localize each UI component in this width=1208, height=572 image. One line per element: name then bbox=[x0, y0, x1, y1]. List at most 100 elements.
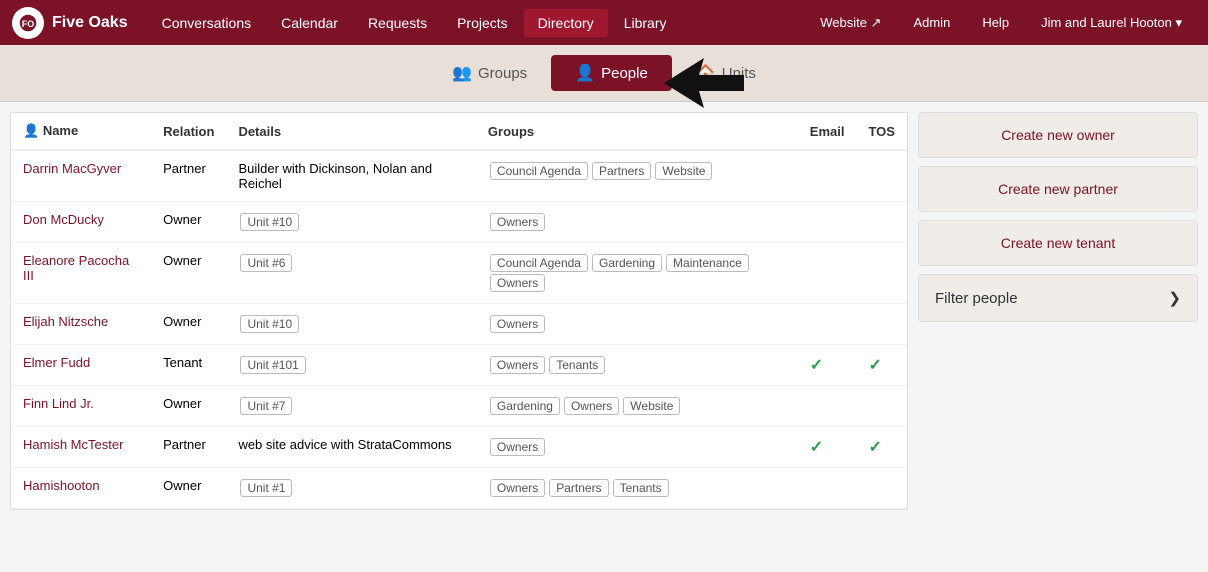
group-tag: Partners bbox=[592, 162, 651, 180]
unit-tag: Unit #10 bbox=[240, 213, 299, 231]
person-name-link[interactable]: Hamishooton bbox=[23, 478, 100, 493]
logo-area[interactable]: FO Five Oaks bbox=[12, 7, 128, 39]
tab-groups-label: Groups bbox=[478, 65, 527, 82]
table-row: Elijah Nitzsche Owner Unit #10 Owners bbox=[11, 304, 907, 345]
group-tag: Owners bbox=[490, 315, 545, 333]
people-icon: 👤 bbox=[575, 63, 595, 83]
create-tenant-button[interactable]: Create new tenant bbox=[918, 220, 1198, 266]
cell-email bbox=[798, 386, 857, 427]
table-row: Don McDucky Owner Unit #10 Owners bbox=[11, 202, 907, 243]
cell-details: Unit #101 bbox=[226, 345, 475, 386]
tab-people[interactable]: 👤 People bbox=[551, 55, 672, 91]
cell-relation: Partner bbox=[151, 427, 226, 468]
cell-name: Elijah Nitzsche bbox=[11, 304, 151, 345]
group-tag: Maintenance bbox=[666, 254, 749, 272]
email-check-icon: ✓ bbox=[810, 439, 823, 456]
col-details: Details bbox=[226, 113, 475, 150]
nav-item-conversations[interactable]: Conversations bbox=[148, 9, 266, 37]
cell-details: web site advice with StrataCommons bbox=[226, 427, 475, 468]
cell-groups: OwnersTenants bbox=[476, 345, 798, 386]
logo-icon: FO bbox=[12, 7, 44, 39]
nav-item-admin[interactable]: Admin bbox=[899, 9, 964, 36]
unit-tag: Unit #7 bbox=[240, 397, 292, 415]
unit-tag: Unit #10 bbox=[240, 315, 299, 333]
cell-details: Unit #10 bbox=[226, 202, 475, 243]
nav-item-user[interactable]: Jim and Laurel Hooton ▾ bbox=[1027, 9, 1196, 37]
cell-relation: Owner bbox=[151, 202, 226, 243]
nav-item-directory[interactable]: Directory bbox=[524, 9, 608, 37]
group-tag: Website bbox=[655, 162, 712, 180]
cell-relation: Tenant bbox=[151, 345, 226, 386]
table-row: Darrin MacGyverPartnerBuilder with Dicki… bbox=[11, 150, 907, 202]
col-tos: TOS bbox=[856, 113, 907, 150]
cell-email bbox=[798, 243, 857, 304]
cell-name: Eleanore Pacocha III bbox=[11, 243, 151, 304]
cell-email bbox=[798, 150, 857, 202]
cell-tos: ✓ bbox=[856, 427, 907, 468]
filter-people-label: Filter people bbox=[935, 290, 1018, 307]
units-icon: 🏠 bbox=[696, 63, 716, 83]
cell-tos bbox=[856, 386, 907, 427]
cell-relation: Partner bbox=[151, 150, 226, 202]
table-row: Finn Lind Jr.OwnerUnit #7GardeningOwners… bbox=[11, 386, 907, 427]
cell-name: Hamish McTester bbox=[11, 427, 151, 468]
nav-item-calendar[interactable]: Calendar bbox=[267, 9, 352, 37]
cell-relation: Owner bbox=[151, 304, 226, 345]
cell-email bbox=[798, 202, 857, 243]
create-partner-button[interactable]: Create new partner bbox=[918, 166, 1198, 212]
filter-people-button[interactable]: Filter people ❯ bbox=[918, 274, 1198, 322]
tos-check-icon: ✓ bbox=[868, 357, 881, 374]
nav-item-website[interactable]: Website ↗ bbox=[806, 9, 895, 37]
table-row: Eleanore Pacocha IIIOwnerUnit #6Council … bbox=[11, 243, 907, 304]
nav-item-requests[interactable]: Requests bbox=[354, 9, 441, 37]
groups-icon: 👥 bbox=[452, 63, 472, 83]
cell-groups: Owners bbox=[476, 202, 798, 243]
tab-groups[interactable]: 👥 Groups bbox=[428, 55, 551, 91]
group-tag: Council Agenda bbox=[490, 254, 588, 272]
cell-groups: Owners bbox=[476, 304, 798, 345]
person-name-link[interactable]: Darrin MacGyver bbox=[23, 161, 121, 176]
person-name-link[interactable]: Don McDucky bbox=[23, 212, 104, 227]
nav-right-items: Website ↗ Admin Help Jim and Laurel Hoot… bbox=[806, 9, 1196, 37]
right-sidebar: Create new owner Create new partner Crea… bbox=[918, 102, 1208, 520]
top-navigation: FO Five Oaks Conversations Calendar Requ… bbox=[0, 0, 1208, 45]
person-name-link[interactable]: Eleanore Pacocha III bbox=[23, 253, 129, 283]
table-header-row: 👤 Name Relation Details Groups Email TOS bbox=[11, 113, 907, 150]
cell-tos bbox=[856, 202, 907, 243]
unit-tag: Unit #6 bbox=[240, 254, 292, 272]
cell-email bbox=[798, 468, 857, 509]
cell-relation: Owner bbox=[151, 386, 226, 427]
group-tag: Owners bbox=[490, 356, 545, 374]
tos-check-icon: ✓ bbox=[868, 439, 881, 456]
cell-tos: ✓ bbox=[856, 345, 907, 386]
unit-tag: Unit #1 bbox=[240, 479, 292, 497]
tab-units[interactable]: 🏠 Units bbox=[672, 55, 780, 91]
create-owner-button[interactable]: Create new owner bbox=[918, 112, 1198, 158]
group-tag: Council Agenda bbox=[490, 162, 588, 180]
person-name-link[interactable]: Finn Lind Jr. bbox=[23, 396, 94, 411]
person-name-link[interactable]: Elmer Fudd bbox=[23, 355, 90, 370]
cell-relation: Owner bbox=[151, 468, 226, 509]
email-check-icon: ✓ bbox=[810, 357, 823, 374]
group-tag: Owners bbox=[490, 213, 545, 231]
col-email: Email bbox=[798, 113, 857, 150]
cell-tos bbox=[856, 304, 907, 345]
cell-name: Don McDucky bbox=[11, 202, 151, 243]
nav-item-projects[interactable]: Projects bbox=[443, 9, 522, 37]
people-table-container: 👤 Name Relation Details Groups Email TOS… bbox=[10, 112, 908, 510]
unit-tag: Unit #101 bbox=[240, 356, 305, 374]
main-content: 👤 Name Relation Details Groups Email TOS… bbox=[0, 102, 1208, 520]
cell-details: Unit #10 bbox=[226, 304, 475, 345]
col-name: 👤 Name bbox=[11, 113, 151, 150]
cell-groups: Council AgendaGardeningMaintenanceOwners bbox=[476, 243, 798, 304]
col-relation: Relation bbox=[151, 113, 226, 150]
cell-name: Darrin MacGyver bbox=[11, 150, 151, 202]
person-name-link[interactable]: Elijah Nitzsche bbox=[23, 314, 108, 329]
person-name-link[interactable]: Hamish McTester bbox=[23, 437, 123, 452]
group-tag: Gardening bbox=[592, 254, 662, 272]
cell-details: Unit #6 bbox=[226, 243, 475, 304]
nav-item-library[interactable]: Library bbox=[610, 9, 681, 37]
nav-item-help[interactable]: Help bbox=[968, 9, 1023, 36]
app-title: Five Oaks bbox=[52, 14, 128, 32]
group-tag: Owners bbox=[490, 479, 545, 497]
